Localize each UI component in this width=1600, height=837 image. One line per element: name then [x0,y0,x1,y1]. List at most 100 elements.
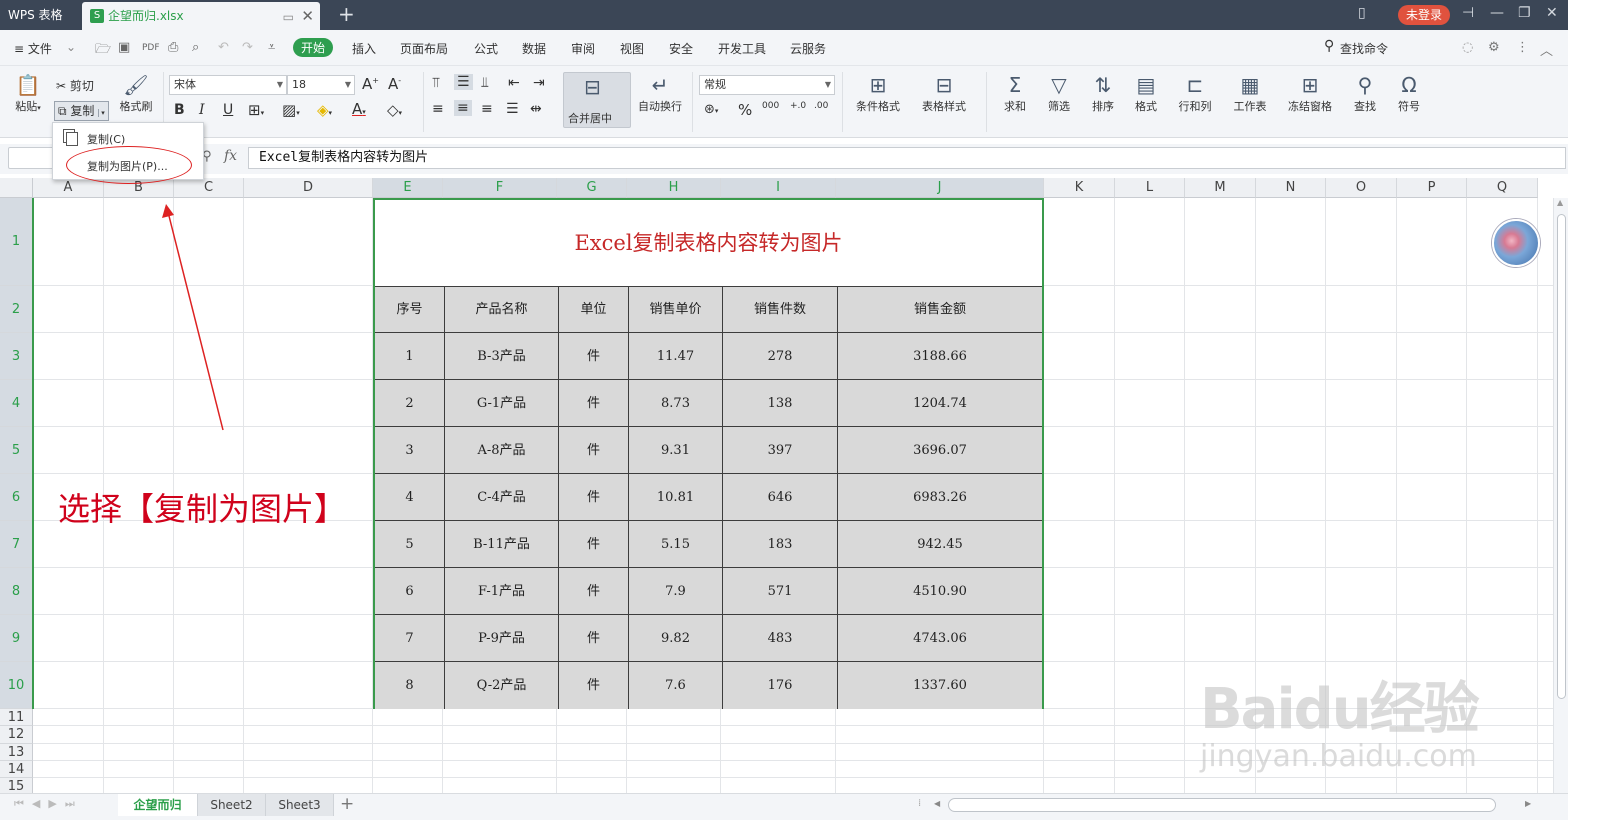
table-header-cell[interactable]: 销售金额 [838,287,1042,333]
fill-pattern-icon[interactable]: ▨▾ [282,101,300,119]
close-tab-icon[interactable]: ✕ [301,2,314,30]
copy-button[interactable]: ⧉ 复制 ▾ [54,101,109,121]
column-header-H[interactable]: H [627,178,721,198]
row-header-14[interactable]: 14 [0,761,33,778]
table-cell[interactable]: 646 [723,474,838,521]
sum-button[interactable]: Σ 求和 [996,72,1034,114]
column-header-J[interactable]: J [836,178,1044,198]
column-header-O[interactable]: O [1326,178,1397,198]
gear-icon[interactable]: ⚙ [1488,40,1500,55]
table-cell[interactable]: 1 [375,333,445,380]
close-window-icon[interactable]: ✕ [1546,5,1558,21]
table-cell[interactable]: 9.31 [629,427,723,474]
table-header-cell[interactable]: 销售件数 [723,287,838,333]
sheet-tab-3[interactable]: Sheet3 [266,794,334,816]
row-header-8[interactable]: 8 [0,568,33,615]
table-cell[interactable]: 6 [375,568,445,615]
table-cell[interactable]: 件 [559,568,629,615]
row-header-9[interactable]: 9 [0,615,33,662]
indent-decrease-icon[interactable]: ⇤ [508,75,520,91]
row-header-13[interactable]: 13 [0,744,33,761]
bold-icon[interactable]: B [174,102,185,118]
fx-icon[interactable]: fx [224,148,237,164]
column-header-D[interactable]: D [244,178,373,198]
table-cell[interactable]: 7.6 [629,662,723,709]
split-handle-icon[interactable]: ⁞ [918,798,921,809]
table-header-cell[interactable]: 产品名称 [445,287,559,333]
row-header-3[interactable]: 3 [0,333,33,380]
align-top-icon[interactable]: ⫪ [432,75,440,91]
thousands-icon[interactable]: 000 [762,101,779,111]
italic-icon[interactable]: I [199,102,205,118]
sort-button[interactable]: ⇅ 排序 [1084,72,1122,114]
horizontal-scrollbar[interactable] [948,798,1496,812]
decrease-decimal-icon[interactable]: .00 [814,101,828,111]
tab-home[interactable]: 开始 [293,38,334,57]
sheet-tab-2[interactable]: Sheet2 [198,794,266,816]
login-button[interactable]: 未登录 [1398,5,1450,25]
new-tab-button[interactable]: + [338,2,355,26]
sheet-tab-active[interactable]: 企望而归 [118,794,198,816]
column-header-N[interactable]: N [1256,178,1326,198]
sheet-nav-arrows[interactable]: ⏮◀▶⏭ [14,797,83,811]
table-cell[interactable]: 件 [559,427,629,474]
table-cell[interactable]: 176 [723,662,838,709]
table-cell[interactable]: B-11产品 [445,521,559,568]
table-cell[interactable]: 件 [559,333,629,380]
tab-data[interactable]: 数据 [522,40,546,57]
table-cell[interactable]: 10.81 [629,474,723,521]
freeze-panes-button[interactable]: ⊞ 冻结窗格 [1280,72,1340,114]
table-cell[interactable]: 1204.74 [838,380,1042,427]
table-cell[interactable]: 138 [723,380,838,427]
indent-increase-icon[interactable]: ⇥ [533,75,545,91]
scroll-left-icon[interactable]: ◀ [934,799,940,808]
font-color-icon[interactable]: A▾ [352,100,366,118]
column-header-A[interactable]: A [33,178,104,198]
worksheet-button[interactable]: ▦ 工作表 [1225,72,1275,114]
align-center-icon[interactable]: ≡ [454,100,472,116]
align-right-icon[interactable]: ≡ [481,101,493,117]
data-table[interactable]: Excel复制表格内容转为图片 序号 产品名称 单位 销售单价 销售件数 销售金额 1 B-3… [373,198,1044,709]
select-all-corner[interactable] [0,178,33,198]
underline-icon[interactable]: U [223,102,233,118]
font-size-select[interactable]: 18 ▼ [287,75,355,95]
row-header-7[interactable]: 7 [0,521,33,568]
column-header-E[interactable]: E [373,178,443,198]
column-header-F[interactable]: F [443,178,557,198]
table-cell[interactable]: 571 [723,568,838,615]
vertical-scroll-thumb[interactable] [1557,214,1566,699]
table-cell[interactable]: 件 [559,662,629,709]
tab-cloud[interactable]: 云服务 [790,40,826,57]
tab-insert[interactable]: 插入 [352,40,376,57]
symbol-button[interactable]: Ω 符号 [1390,72,1428,114]
print-preview-icon[interactable]: ⌕ [192,40,199,55]
table-cell[interactable]: G-1产品 [445,380,559,427]
avatar[interactable] [1492,219,1540,267]
row-header-11[interactable]: 11 [0,709,33,726]
column-header-P[interactable]: P [1397,178,1467,198]
fill-color-icon[interactable]: ◈▾ [317,101,332,119]
table-cell[interactable]: 件 [559,615,629,662]
redo-icon[interactable]: ↷ [242,40,253,55]
tab-file[interactable]: S 企望而归.xlsx ▭ ✕ [82,2,320,30]
column-header-I[interactable]: I [721,178,836,198]
table-cell[interactable]: 942.45 [838,521,1042,568]
table-header-cell[interactable]: 序号 [375,287,445,333]
vertical-scrollbar[interactable]: ▲ [1553,198,1568,793]
add-sheet-icon[interactable]: + [340,794,354,814]
currency-icon[interactable]: ⊛▾ [704,102,718,117]
row-header-10[interactable]: 10 [0,662,33,709]
table-header-cell[interactable]: 单位 [559,287,629,333]
conditional-format-button[interactable]: ⊞ 条件格式 [848,72,908,114]
save-icon[interactable]: ▣ [118,40,130,55]
tab-page-layout[interactable]: 页面布局 [400,40,448,57]
row-header-1[interactable]: 1 [0,198,33,286]
table-cell[interactable]: 8 [375,662,445,709]
scroll-right-icon[interactable]: ▶ [1525,799,1531,808]
table-cell[interactable]: 9.82 [629,615,723,662]
align-left-icon[interactable]: ≡ [432,101,444,117]
open-icon[interactable]: 🗁 [95,40,111,62]
paste-button[interactable]: 📋 粘贴▾ [8,72,48,114]
row-header-12[interactable]: 12 [0,726,33,744]
table-cell[interactable]: A-8产品 [445,427,559,474]
